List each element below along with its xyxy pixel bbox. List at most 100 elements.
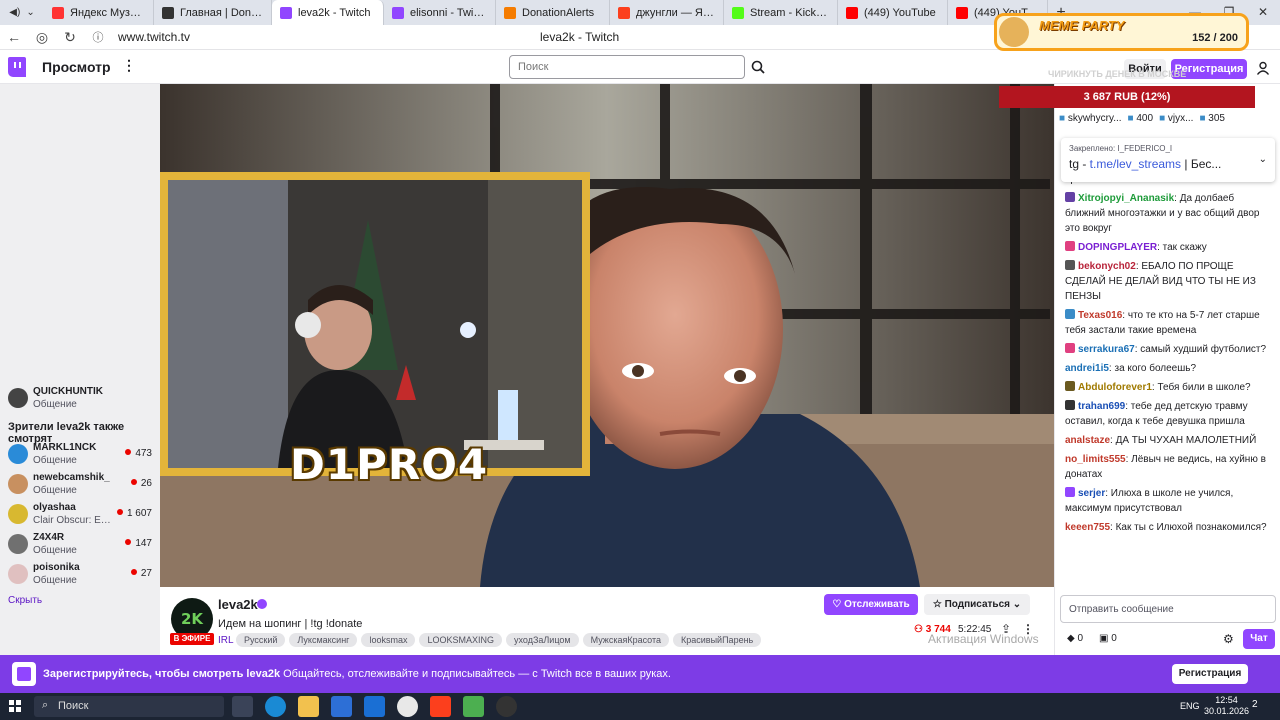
back-icon[interactable]: ←: [0, 29, 28, 45]
sidebar-channel[interactable]: olyashaa Clair Obscur: Ex... 1 607: [0, 500, 160, 530]
channel-name: newebcamshik_: [33, 472, 110, 483]
stream-tag[interactable]: Русский: [236, 633, 286, 647]
chat-username[interactable]: serjer: [1078, 488, 1105, 499]
channel-viewers: 147: [125, 538, 152, 549]
browser-tab[interactable]: джунгли — Яндекс: н: [610, 0, 724, 25]
store-icon[interactable]: [331, 696, 352, 717]
donation-goal-title: ЧИРИКНУТЬ ДЕНЕК В МОСКВЕ: [1048, 69, 1187, 79]
sidebar-channel[interactable]: newebcamshik_ Общение 26: [0, 470, 160, 500]
chat-badge-icon: [1065, 343, 1075, 353]
bits-balance[interactable]: ▣ 0: [1099, 633, 1117, 644]
leaderboard-entry: vjyx...: [1159, 113, 1194, 124]
channel-category: Общение: [33, 455, 77, 466]
show-less-link[interactable]: Скрыть: [8, 595, 42, 606]
follow-button[interactable]: ♡ Отслеживать: [824, 594, 918, 615]
leaderboard-entry: 305: [1199, 113, 1225, 124]
speaker-icon[interactable]: ◀): [9, 7, 20, 18]
stream-category[interactable]: IRL: [218, 635, 234, 646]
chat-username[interactable]: Abduloforever1: [1078, 382, 1152, 393]
donation-goal-bar: 3 687 RUB (12%): [999, 86, 1255, 108]
search-button[interactable]: [747, 55, 769, 79]
stream-tag[interactable]: КрасивыйПарень: [673, 633, 762, 647]
browser-tab[interactable]: (449) YouTube: [838, 0, 948, 25]
browse-link[interactable]: Просмотр: [42, 59, 111, 75]
leaderboard-entry: 400: [1128, 113, 1153, 124]
user-icon[interactable]: [1256, 61, 1270, 75]
chat-username[interactable]: Texas016: [1078, 310, 1122, 321]
channel-viewers: 26: [131, 478, 152, 489]
tab-label: (449) YouTube: [864, 6, 936, 19]
stream-title: Идем на шопинг | !tg !donate: [218, 618, 363, 630]
tab-label: DonationAlerts: [522, 6, 595, 19]
chat-send-button[interactable]: Чат: [1243, 629, 1275, 649]
site-info-icon[interactable]: ⓘ: [84, 29, 112, 45]
chat-message: serjer: Илюха в школе не учился, максиму…: [1065, 486, 1275, 516]
sidebar-channel[interactable]: poisonika Общение 27: [0, 560, 160, 590]
avatar: [8, 534, 28, 554]
browser-tab[interactable]: Главная | DonatePay: [154, 0, 272, 25]
chevron-down-icon[interactable]: ⌄: [26, 7, 34, 18]
explorer-icon[interactable]: [298, 696, 319, 717]
channel-category: Clair Obscur: Ex...: [33, 515, 113, 526]
stream-tag[interactable]: LOOKSMAXING: [419, 633, 502, 647]
taskbar-clock[interactable]: 12:54 30.01.2026: [1204, 695, 1249, 717]
search-input[interactable]: Поиск: [509, 55, 745, 79]
points-balance[interactable]: ◆ 0: [1067, 633, 1083, 644]
chat-username[interactable]: DOPINGPLAYER: [1078, 242, 1157, 253]
url-field[interactable]: www.twitch.tv: [118, 30, 190, 44]
browser-tab[interactable]: leva2k - Twitch: [272, 0, 384, 25]
chat-username[interactable]: keeen755: [1065, 522, 1110, 533]
pinned-link[interactable]: t.me/lev_streams: [1090, 157, 1181, 171]
sidebar-channel[interactable]: MARKL1NCK Общение 473: [0, 440, 160, 470]
browser-tab[interactable]: Stream - Kick Dashbo: [724, 0, 838, 25]
edge-icon[interactable]: [265, 696, 286, 717]
obs-icon[interactable]: [496, 696, 517, 717]
chevron-down-icon[interactable]: ⌄: [1259, 154, 1267, 165]
twitch-logo-icon[interactable]: [8, 57, 26, 77]
pinned-text: tg - t.me/lev_streams | Бес...: [1069, 157, 1247, 171]
chat-input[interactable]: Отправить сообщение: [1060, 595, 1276, 623]
browser-tab[interactable]: elisonni - Twitch: [384, 0, 496, 25]
tab-label: leva2k - Twitch: [298, 6, 371, 19]
stream-tag[interactable]: уходЗаЛицом: [506, 633, 579, 647]
stream-tag[interactable]: МужскаяКрасота: [582, 633, 670, 647]
taskbar-search[interactable]: ⌕ Поиск: [34, 696, 224, 717]
streamer-name[interactable]: leva2k: [218, 597, 258, 612]
mail-icon[interactable]: [364, 696, 385, 717]
browser-tab[interactable]: DonationAlerts: [496, 0, 610, 25]
sidebar-channel-top[interactable]: QUICKHUNTIK Общение: [0, 384, 160, 414]
video-player[interactable]: D1PRO4: [160, 84, 1054, 587]
close-window-button[interactable]: ✕: [1246, 0, 1280, 25]
app-icon[interactable]: [463, 696, 484, 717]
stream-tag[interactable]: Луксмаксинг: [289, 633, 358, 647]
chat-username[interactable]: analstaze: [1065, 435, 1110, 446]
banner-signup-button[interactable]: Регистрация: [1172, 664, 1248, 684]
task-view-icon[interactable]: [232, 696, 253, 717]
yandex-browser-icon[interactable]: [397, 696, 418, 717]
sidebar-channel[interactable]: Z4X4R Общение 147: [0, 530, 160, 560]
chat-username[interactable]: bekonych02: [1078, 261, 1136, 272]
chat-username[interactable]: andrei1i5: [1065, 363, 1109, 374]
shield-icon[interactable]: ◎: [28, 29, 56, 46]
chat-message: andrei1i5: за кого болеешь?: [1065, 361, 1275, 376]
notifications-badge[interactable]: 2: [1252, 699, 1258, 710]
chat-message: Abduloforever1: Тебя били в школе?: [1065, 380, 1275, 395]
chat-username[interactable]: Xitrojopyi_Ananasik: [1078, 193, 1174, 204]
yandex-icon[interactable]: [430, 696, 451, 717]
chat-message: keeen755: Как ты с Илюхой познакомился?: [1065, 520, 1275, 535]
chat-username[interactable]: no_limits555: [1065, 454, 1126, 465]
gear-icon[interactable]: ⚙: [1223, 632, 1234, 646]
more-menu-icon[interactable]: ⋮: [122, 57, 136, 74]
subscribe-button[interactable]: ☆ Подписаться ⌄: [924, 594, 1030, 615]
chat-badge-icon: [1065, 487, 1075, 497]
chat-username[interactable]: trahan699: [1078, 401, 1125, 412]
pinned-message[interactable]: Закреплено: I_FEDERICO_I tg - t.me/lev_s…: [1061, 138, 1275, 182]
meme-party-title: MEME PARTY: [1039, 18, 1125, 33]
tab-controls[interactable]: ◀) ⌄: [0, 0, 44, 25]
stream-tag[interactable]: looksmax: [361, 633, 416, 647]
chat-username[interactable]: serrakura67: [1078, 344, 1135, 355]
windows-start-icon[interactable]: [9, 700, 21, 712]
reload-icon[interactable]: ↻: [56, 29, 84, 46]
browser-tab[interactable]: Яндекс Музыка — со: [44, 0, 154, 25]
language-indicator[interactable]: ENG: [1180, 701, 1200, 711]
